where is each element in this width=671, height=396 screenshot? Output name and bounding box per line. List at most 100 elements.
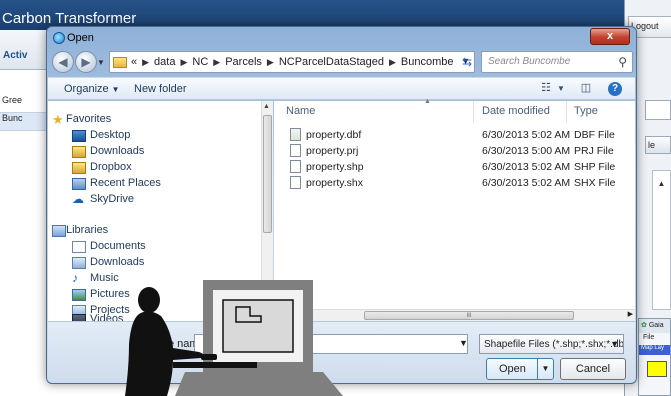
column-divider[interactable] [566,101,567,123]
scroll-right-icon[interactable]: ▶ [628,310,633,318]
cancel-button[interactable]: Cancel [560,358,626,380]
breadcrumb-item[interactable]: Parcels [225,56,262,68]
shx-file-icon [290,176,301,189]
person-at-laptop-illustration [125,280,343,396]
gaia-window: ✿ Gaia File Map Lay [638,318,671,396]
documents-icon [72,241,86,253]
nav-item-recent-places[interactable]: Recent Places [90,177,161,189]
help-icon[interactable]: ? [608,82,622,96]
chevron-right-icon: ▶ [213,56,221,67]
right-input-box[interactable] [645,100,671,120]
view-options-icon[interactable]: ☷ [538,81,554,97]
nav-item-library-downloads[interactable]: Downloads [90,256,144,268]
file-name: property.prj [306,145,359,157]
breadcrumb-item[interactable]: Buncombe [401,56,454,68]
file-row[interactable]: property.shx 6/30/2013 5:02 AM SHX File [274,175,635,191]
file-row[interactable]: property.shp 6/30/2013 5:02 AM SHP File [274,159,635,175]
file-date: 6/30/2013 5:02 AM [482,129,571,141]
chevron-down-icon: ▼ [610,339,619,349]
forward-button[interactable]: ▶ [75,51,97,73]
nav-item-documents[interactable]: Documents [90,240,146,252]
libraries-icon [52,225,66,237]
file-type: DBF File [574,129,615,141]
right-panel-button[interactable]: le [645,136,671,154]
nav-item-desktop[interactable]: Desktop [90,129,130,141]
dialog-toolbar: Organize ▼ New folder ☷ ▼ ◫ ? [48,77,635,100]
column-divider[interactable] [473,101,474,123]
breadcrumb-item[interactable]: « [131,56,137,68]
horizontal-scroll-thumb[interactable]: III [364,311,574,320]
scroll-up-icon[interactable]: ▲ [263,103,270,110]
nav-item-skydrive[interactable]: SkyDrive [90,193,134,205]
breadcrumb-item[interactable]: data [154,56,175,68]
internet-explorer-icon [53,32,65,44]
breadcrumb-item[interactable]: NC [192,56,208,68]
column-header-name[interactable]: Name [286,105,315,117]
gaia-title: ✿ Gaia [639,319,670,333]
laptop-base [175,372,343,396]
file-name: property.shx [306,177,363,189]
breadcrumb-item[interactable]: NCParcelDataStaged [279,56,384,68]
file-date: 6/30/2013 5:02 AM [482,177,571,189]
libraries-group[interactable]: Libraries [66,224,108,236]
file-date: 6/30/2013 5:00 AM [482,145,571,157]
search-icon[interactable]: ⚲ [618,55,627,69]
file-type: SHP File [574,161,616,173]
file-type-selected: Shapefile Files (*.shp;*.shx;*.dbf [484,339,624,350]
search-placeholder: Search Buncombe [488,56,571,67]
file-type: PRJ File [574,145,614,157]
sort-ascending-icon: ▲ [424,98,431,105]
open-button[interactable]: Open ▼ [486,358,554,380]
organize-menu[interactable]: Organize ▼ [64,83,120,95]
gaia-layer-tab[interactable]: Map Lay [639,345,670,355]
shp-file-icon [290,160,301,173]
prj-file-icon [290,144,301,157]
dialog-title: Open [67,32,94,44]
refresh-button[interactable]: ⇆ [458,52,476,72]
favorites-star-icon: ★ [52,112,64,127]
refresh-icon: ⇆ [461,55,473,69]
desktop-icon [72,130,86,142]
file-name-dropdown-icon[interactable]: ▼ [459,338,468,348]
new-folder-button[interactable]: New folder [134,83,187,95]
folder-icon [113,56,127,68]
file-row[interactable]: property.dbf 6/30/2013 5:02 AM DBF File [274,127,635,143]
chevron-right-icon: ▶ [142,56,150,67]
view-dropdown-icon[interactable]: ▼ [553,84,569,100]
downloads-library-icon [72,257,86,269]
right-scrollbar[interactable]: ▲ [652,170,671,310]
gaia-icon: ✿ [641,322,647,329]
column-header-type[interactable]: Type [574,105,598,117]
file-date: 6/30/2013 5:02 AM [482,161,571,173]
search-input[interactable]: Search Buncombe ⚲ [481,51,633,73]
close-button[interactable]: x [590,28,630,45]
back-arrow-icon: ◀ [58,55,68,69]
nav-item-dropbox[interactable]: Dropbox [90,161,132,173]
dropbox-folder-icon [72,162,86,174]
nav-scroll-thumb[interactable] [263,115,272,233]
preview-pane-icon[interactable]: ◫ [578,81,594,97]
file-row[interactable]: property.prj 6/30/2013 5:00 AM PRJ File [274,143,635,159]
favorites-group[interactable]: Favorites [66,113,111,125]
back-button[interactable]: ◀ [52,51,74,73]
app-sub-label: Activ [3,50,28,61]
column-header-date[interactable]: Date modified [482,105,550,117]
chevron-right-icon: ▶ [180,56,188,67]
nav-item-downloads[interactable]: Downloads [90,145,144,157]
file-type: SHX File [574,177,616,189]
pictures-icon [72,289,86,301]
file-type-select[interactable]: Shapefile Files (*.shp;*.shx;*.dbf ▼ [479,334,624,354]
skydrive-cloud-icon: ☁ [72,192,84,206]
recent-locations-dropdown[interactable]: ▼ [97,58,107,68]
open-split-dropdown-icon[interactable]: ▼ [537,359,553,379]
laptop-screen-window [222,299,294,353]
downloads-folder-icon [72,146,86,158]
chevron-right-icon: ▶ [388,56,396,67]
address-bar[interactable]: « ▶ data ▶ NC ▶ Parcels ▶ NCParcelDataSt… [109,51,475,73]
file-name: property.dbf [306,129,362,141]
recent-places-icon [72,178,86,190]
music-note-icon: ♪ [72,271,78,285]
gaia-file-menu[interactable]: File [639,333,670,345]
forward-arrow-icon: ▶ [81,55,91,69]
chevron-right-icon: ▶ [266,56,274,67]
